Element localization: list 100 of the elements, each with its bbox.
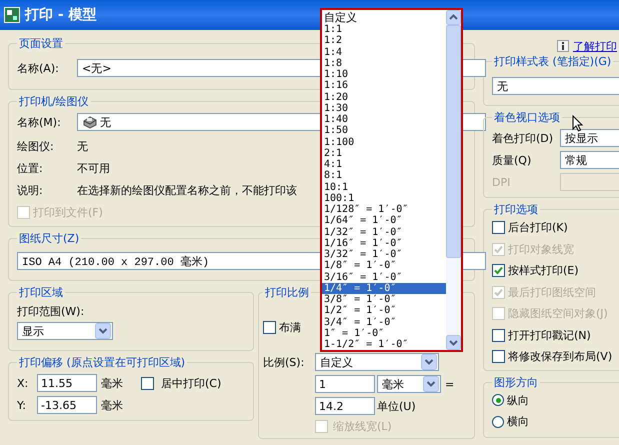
unit-value-field[interactable]: 14.2: [315, 397, 375, 415]
checkbox[interactable]: [141, 376, 154, 390]
plot-style-combo[interactable]: 无: [492, 77, 619, 95]
checkbox-label: 布满: [279, 320, 301, 335]
info-label: 说明:: [17, 182, 44, 198]
unit-label: 单位(U): [377, 398, 416, 414]
group-title: 打印机/绘图仪: [18, 94, 90, 109]
list-item[interactable]: 4:1: [322, 159, 446, 170]
list-item[interactable]: 1/32″ = 1′-0″: [322, 226, 446, 238]
checkbox[interactable]: [263, 321, 276, 334]
caret-icon: [421, 354, 437, 370]
list-item[interactable]: 1/128″ = 1′-0″: [322, 204, 446, 216]
group-title: 图纸尺寸(Z): [18, 231, 80, 246]
checkbox-label: 打开打印戳记(N): [508, 328, 591, 343]
list-item[interactable]: 10:1: [322, 182, 446, 193]
checkbox-label: 隐藏图纸空间对象(J): [508, 306, 608, 322]
info-value: 不可用: [77, 160, 110, 176]
field-label: Y:: [17, 398, 27, 412]
info-value: 在选择新的绘图仪配置名称之前，不能打印该: [77, 182, 297, 198]
field-label: 名称(A):: [17, 60, 60, 76]
checkbox-label: 最后打印图纸空间: [508, 284, 596, 300]
checkbox[interactable]: [492, 221, 505, 234]
scale-value-field[interactable]: 1: [315, 375, 375, 393]
group-title: 页面设置: [18, 36, 64, 51]
scroll-up-icon[interactable]: [446, 10, 461, 25]
list-item[interactable]: 自定义: [322, 12, 446, 24]
scroll-thumb[interactable]: [446, 25, 461, 258]
y-offset-field[interactable]: -13.65: [37, 396, 97, 414]
caret-icon: [423, 376, 439, 392]
group-title: 打印样式表 (笔指定)(G): [493, 54, 612, 69]
list-item[interactable]: 1-1/2″ = 1′-0″: [322, 339, 446, 350]
info-label: 绘图仪:: [17, 138, 55, 154]
shade-combo[interactable]: 常规: [560, 151, 619, 169]
plot-range-combo[interactable]: 显示: [17, 322, 113, 340]
checkbox-label: 后台打印(K): [508, 220, 568, 236]
checkbox-label: 将修改保存到布局(V): [508, 349, 612, 364]
checkbox[interactable]: [492, 264, 505, 278]
field-label: 着色打印(D): [492, 130, 554, 146]
list-item[interactable]: 1/16″ = 1′-0″: [322, 238, 446, 249]
unit-combo[interactable]: 毫米: [377, 375, 441, 393]
list-item[interactable]: 1:40: [322, 114, 446, 126]
radio-button[interactable]: [492, 416, 504, 428]
list-item[interactable]: 1″ = 1′-0″: [322, 328, 446, 339]
field-label: 质量(Q): [492, 152, 532, 168]
group-title: 打印比例: [264, 285, 310, 300]
checkbox-label: 打印对象线宽: [508, 242, 574, 257]
checkbox[interactable]: [492, 350, 505, 364]
info-value: 无: [77, 138, 88, 154]
group-title: 打印选项: [493, 202, 539, 217]
list-item[interactable]: 3/16″ = 1′-0″: [322, 272, 446, 283]
group-title: 打印偏移 (原点设置在可打印区域): [18, 355, 186, 370]
scale-combo[interactable]: 自定义: [315, 353, 439, 371]
list-item[interactable]: 1/2″ = 1′-0″: [322, 305, 446, 316]
list-item[interactable]: 1:4: [322, 46, 446, 58]
list-item[interactable]: 8:1: [322, 170, 446, 182]
checkbox-label: 缩放线宽(L): [333, 419, 392, 434]
scroll-down-icon[interactable]: [446, 335, 461, 350]
app-icon: [4, 7, 20, 23]
field-label: 比例(S):: [263, 354, 306, 370]
unit-label: 毫米: [101, 398, 123, 412]
list-item[interactable]: 1:1: [322, 24, 446, 36]
group-title: 图形方向: [493, 374, 539, 390]
radio-label: 纵向: [507, 392, 529, 408]
field-label: 名称(M):: [17, 114, 62, 130]
window-title: 打印 - 模型: [25, 6, 97, 24]
radio-button[interactable]: [492, 394, 504, 406]
checkbox-label: 打印到文件(F): [33, 205, 103, 220]
unit-label: 毫米: [101, 376, 123, 390]
checkbox-label: 居中打印(C): [161, 376, 222, 390]
field-label: DPI: [492, 176, 512, 188]
list-item[interactable]: 1:30: [322, 102, 446, 114]
printer-icon: [82, 116, 98, 128]
list-item[interactable]: 1/8″ = 1′-0″: [322, 260, 446, 272]
list-item[interactable]: 3/8″ = 1′-0″: [322, 294, 446, 306]
field-label: X:: [17, 376, 30, 390]
radio-label: 横向: [507, 414, 529, 430]
list-item[interactable]: 1/4″ = 1′-0″: [322, 282, 446, 294]
group-title: 打印区域: [18, 285, 64, 300]
field-label: 打印范围(W):: [17, 304, 86, 320]
x-offset-field[interactable]: 11.55: [37, 374, 97, 392]
cursor-icon: [572, 115, 583, 132]
info-label: 位置:: [17, 160, 44, 176]
list-item[interactable]: 1:16: [322, 80, 446, 92]
list-item[interactable]: 1:20: [322, 92, 446, 103]
shade-combo[interactable]: 按显示: [560, 129, 619, 147]
list-item[interactable]: 3/32″ = 1′-0″: [322, 249, 446, 260]
group-title: 着色视口选项: [493, 110, 561, 125]
list-item[interactable]: 3/4″ = 1′-0″: [322, 316, 446, 328]
list-item[interactable]: 1:8: [322, 58, 446, 69]
list-item[interactable]: 100:1: [322, 192, 446, 204]
checkbox-label: 按样式打印(E): [508, 263, 579, 278]
equals-sign: =: [445, 378, 454, 390]
list-item[interactable]: 1:2: [322, 35, 446, 46]
scrollbar[interactable]: [446, 10, 461, 350]
help-link[interactable]: 了解打印: [573, 38, 617, 54]
checkbox[interactable]: [492, 328, 505, 342]
list-item[interactable]: 1/64″ = 1′-0″: [322, 215, 446, 226]
list-item[interactable]: 1:100: [322, 136, 446, 148]
list-item[interactable]: 2:1: [322, 148, 446, 159]
caret-icon: [95, 323, 111, 339]
